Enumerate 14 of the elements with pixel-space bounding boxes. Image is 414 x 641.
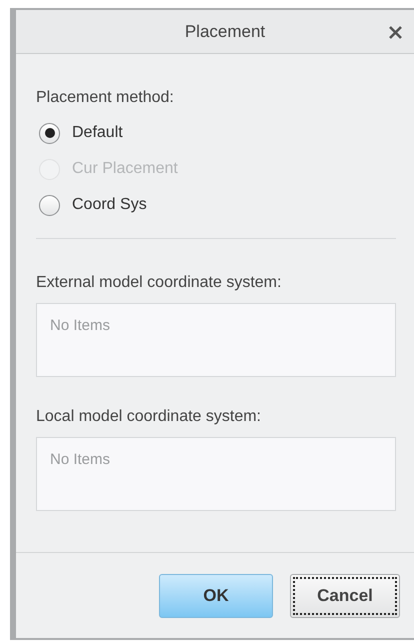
field-label: External model coordinate system: xyxy=(36,273,282,293)
field-label: Local model coordinate system: xyxy=(36,407,262,427)
radio-label: Default xyxy=(72,123,123,143)
close-icon[interactable] xyxy=(389,26,402,39)
section-label: Placement method: xyxy=(36,88,175,108)
radio-label: Cur Placement xyxy=(72,159,178,179)
radio-button[interactable] xyxy=(39,194,60,216)
empty-text: No Items xyxy=(50,317,110,334)
dialog-button[interactable]: OK xyxy=(159,574,273,618)
window-title: Placement xyxy=(184,20,266,43)
dialog-button[interactable]: Cancel xyxy=(290,574,400,618)
radio-label: Coord Sys xyxy=(72,195,147,215)
empty-text: No Items xyxy=(50,451,110,468)
radio-button[interactable] xyxy=(39,122,60,144)
